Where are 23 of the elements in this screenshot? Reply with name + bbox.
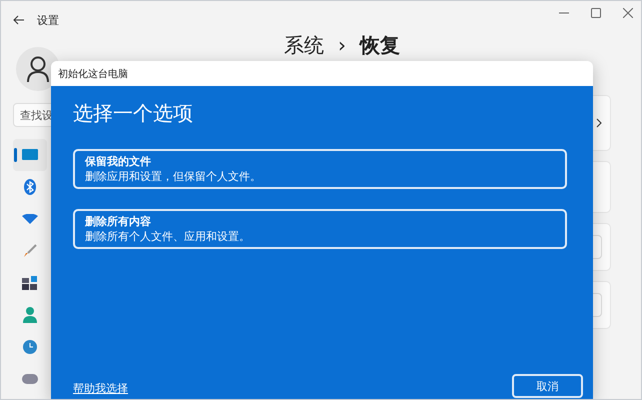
person-icon (23, 307, 37, 323)
maximize-icon[interactable] (591, 8, 601, 18)
breadcrumb[interactable]: 系统 (284, 33, 324, 57)
bluetooth-icon (24, 179, 36, 195)
option-button[interactable]: 保留我的文件 删除应用和设置，但保留个人文件。 (73, 149, 567, 189)
close-icon[interactable] (623, 8, 633, 18)
dialog-title: 初始化这台电脑 (58, 68, 128, 80)
option-button[interactable]: 删除所有内容 删除所有个人文件、应用和设置。 (73, 209, 567, 249)
chevron-right-icon (596, 118, 602, 128)
breadcrumb-separator: › (338, 33, 346, 57)
dialog-heading: 选择一个选项 (73, 100, 194, 127)
help-link[interactable]: 帮助我选择 (73, 381, 128, 396)
display-icon (22, 149, 38, 161)
clock-icon (22, 339, 38, 355)
brush-icon (23, 244, 37, 258)
user-icon (27, 56, 49, 82)
window-title: 设置 (37, 12, 59, 28)
back-icon[interactable] (13, 15, 25, 25)
minimize-icon[interactable] (559, 12, 569, 14)
cancel-button[interactable]: 取消 (512, 374, 583, 398)
wifi-icon (22, 214, 38, 224)
page-heading: 恢复 (360, 33, 400, 57)
apps-icon (22, 276, 38, 290)
